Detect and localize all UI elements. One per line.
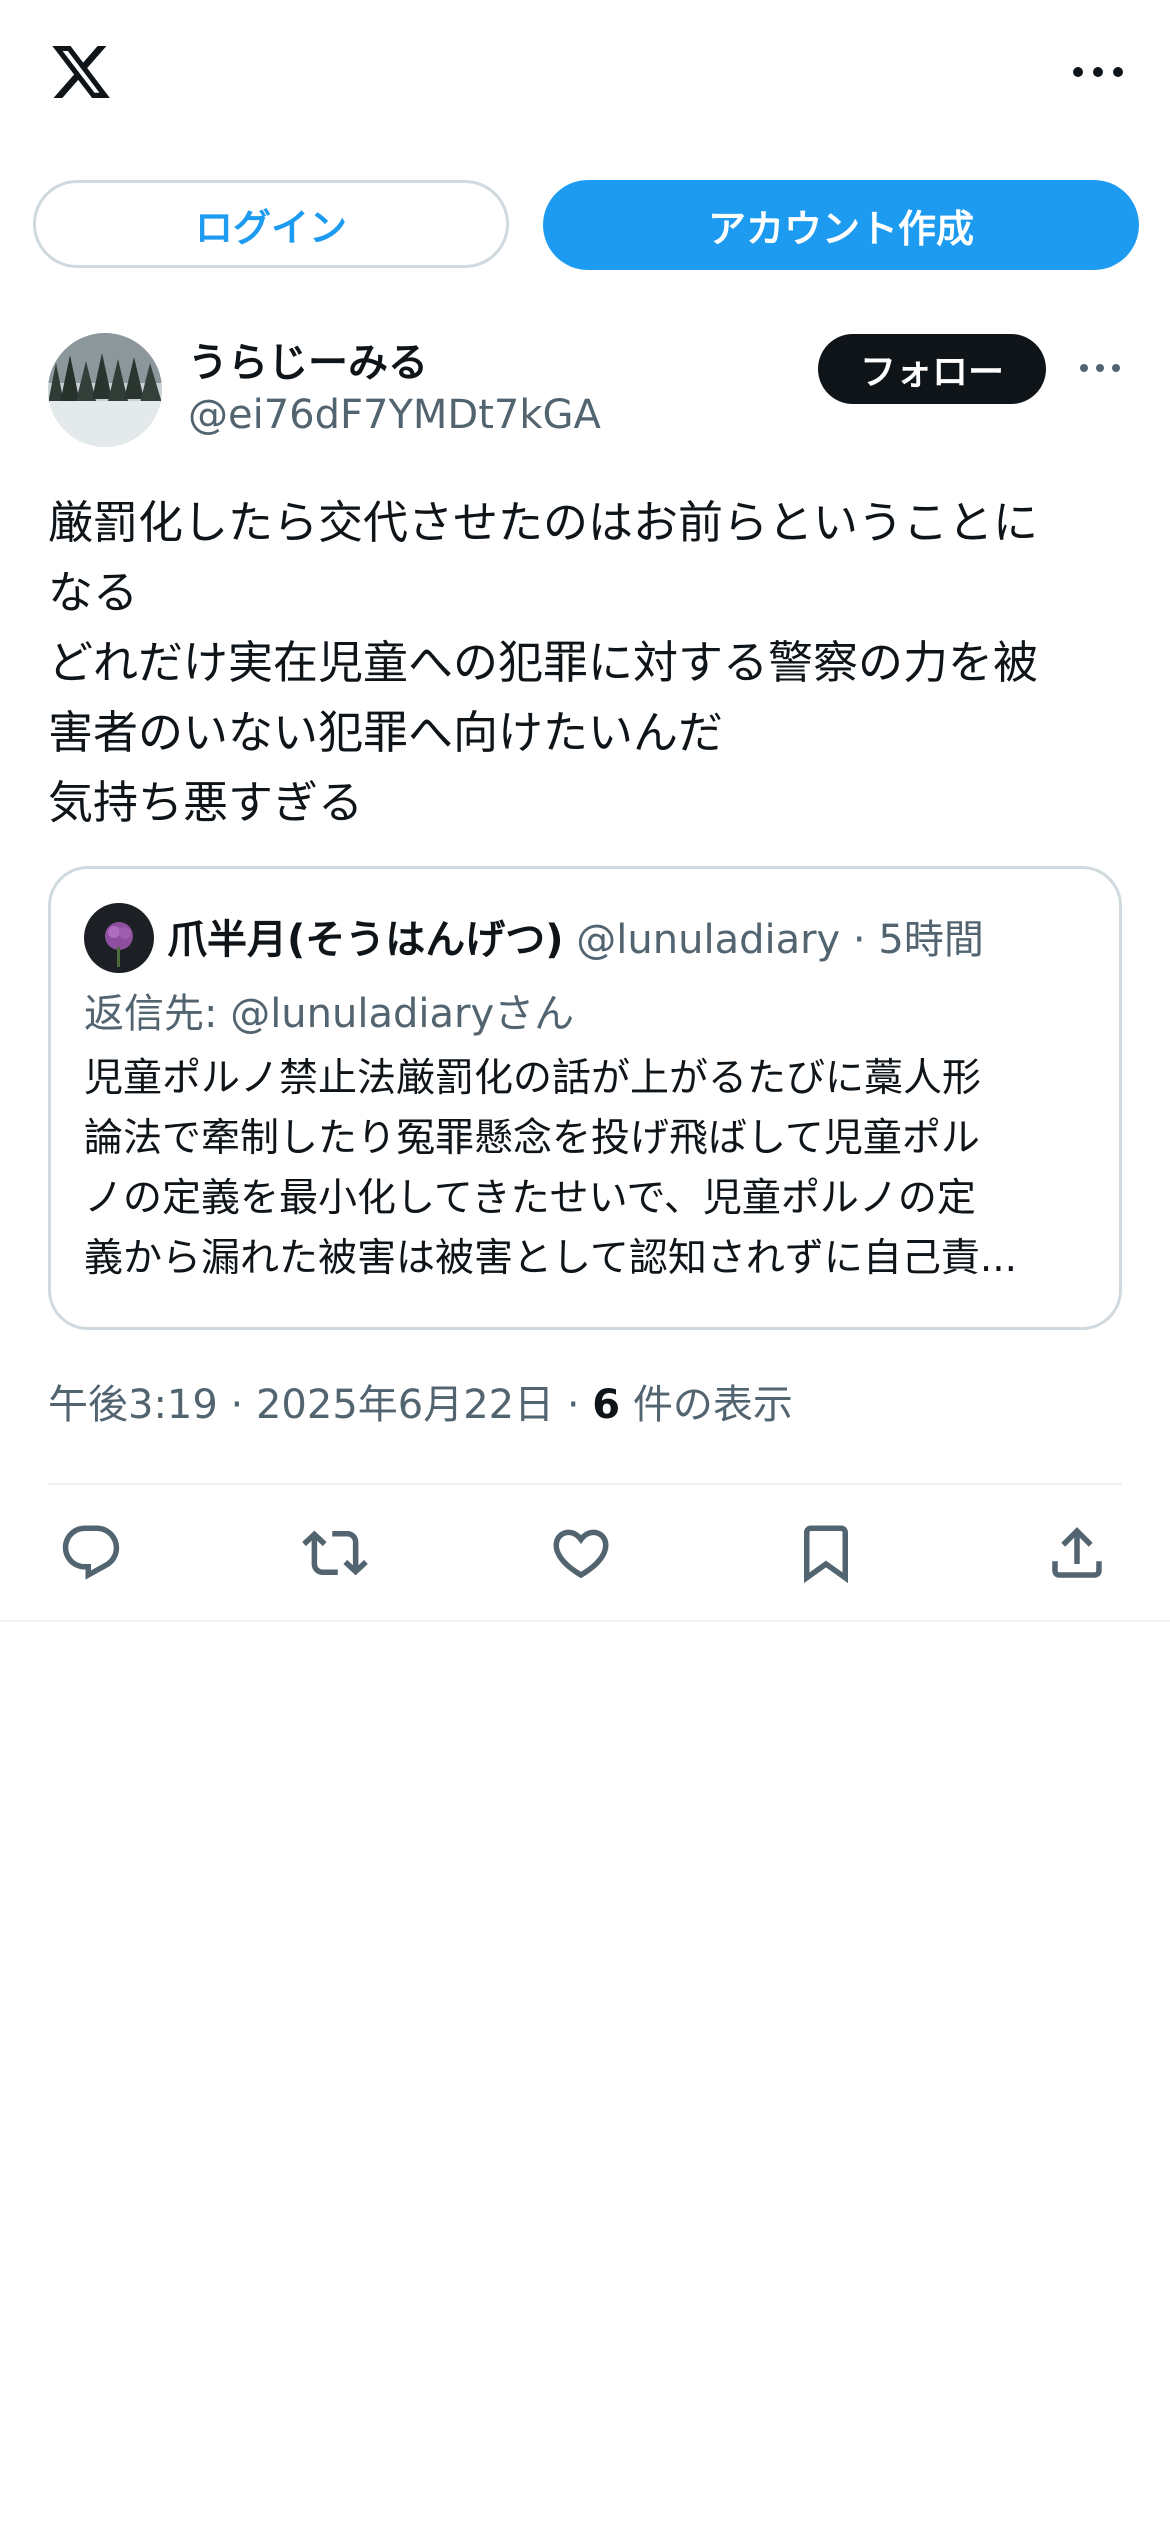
quoted-text-line: ノの定義を最小化してきたせいで、児童ポルノの定 (84, 1176, 976, 1221)
like-icon[interactable] (548, 1520, 614, 1586)
more-horizontal-icon[interactable] (1066, 56, 1130, 88)
quoted-text-line: 論法で牽制したり冤罪懸念を投げ飛ばして児童ポル (84, 1116, 980, 1161)
action-bar (48, 1506, 1122, 1602)
quoted-reply-to: 返信先: @lunuladiaryさん (84, 991, 575, 1037)
post-text: 厳罰化したら交代させたのはお前らということに なる どれだけ実在児童への犯罪に対… (48, 488, 1128, 838)
login-button[interactable]: ログイン (33, 180, 509, 268)
quoted-text-line: 義から漏れた被害は被害として認知されずに自己責... (84, 1236, 1018, 1281)
quoted-avatar (84, 903, 154, 973)
more-options-icon[interactable] (1078, 356, 1122, 380)
reply-icon[interactable] (58, 1520, 124, 1586)
author-name[interactable]: うらじーみる (188, 330, 428, 388)
quoted-handle: @lunuladiary (576, 917, 841, 963)
post-author: うらじーみる @ei76dF7YMDt7kGA フォロー (48, 330, 1122, 450)
top-bar (0, 0, 1170, 150)
avatar[interactable] (48, 333, 162, 447)
post-text-line: 厳罰化したら交代させたのはお前らということに (48, 496, 1039, 549)
views-count: 6 (592, 1382, 621, 1428)
share-icon[interactable] (1044, 1520, 1110, 1586)
author-handle[interactable]: @ei76dF7YMDt7kGA (188, 392, 601, 438)
auth-buttons: ログイン アカウント作成 (33, 180, 1139, 270)
views-label: 件の表示 (620, 1382, 793, 1428)
quoted-name: 爪半月(そうはんげつ) (167, 917, 564, 963)
post-timestamp[interactable]: 午後3:19 · 2025年6月22日 · (48, 1382, 592, 1428)
quoted-text-line: 児童ポルノ禁止法厳罰化の話が上がるたびに藁人形 (84, 1056, 982, 1101)
create-account-button[interactable]: アカウント作成 (543, 180, 1139, 270)
post-text-line: 害者のいない犯罪へ向けたいんだ (48, 706, 724, 759)
quoted-separator: · (840, 917, 879, 963)
post-meta: 午後3:19 · 2025年6月22日 · 6 件の表示 (48, 1372, 793, 1430)
retweet-icon[interactable] (302, 1520, 368, 1586)
quoted-header: 爪半月(そうはんげつ) @lunuladiary · 5時間 (167, 907, 984, 965)
divider (48, 1483, 1122, 1485)
divider (0, 1620, 1170, 1622)
post-text-line: どれだけ実在児童への犯罪に対する警察の力を被 (48, 636, 1039, 689)
quoted-post[interactable]: 爪半月(そうはんげつ) @lunuladiary · 5時間 返信先: @lun… (48, 866, 1122, 1330)
quoted-text: 児童ポルノ禁止法厳罰化の話が上がるたびに藁人形 論法で牽制したり冤罪懸念を投げ飛… (84, 1049, 1094, 1289)
quoted-time: 5時間 (878, 917, 984, 963)
post-text-line: なる (48, 566, 139, 619)
post-text-line: 気持ち悪すぎる (48, 776, 364, 829)
follow-button[interactable]: フォロー (818, 334, 1046, 404)
x-logo-icon[interactable] (48, 40, 114, 104)
bookmark-icon[interactable] (793, 1520, 859, 1586)
